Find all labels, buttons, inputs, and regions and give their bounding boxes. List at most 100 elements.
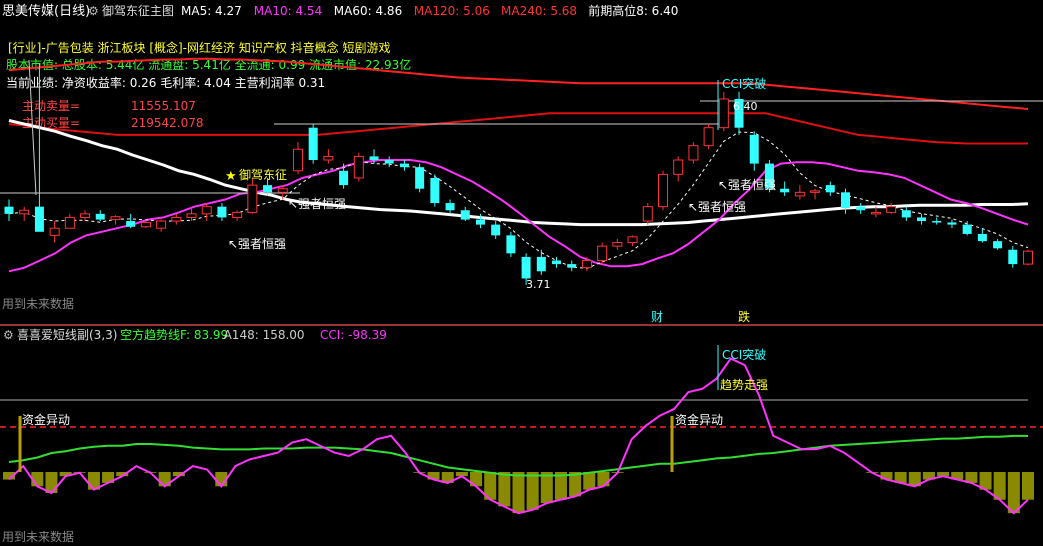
strong-label-1: ↖强者恒强: [228, 237, 286, 251]
candle-body-down: [339, 170, 349, 186]
candle-body-down: [780, 188, 790, 193]
indicator-title[interactable]: 御驾东征主图: [102, 3, 174, 18]
candle-body-up: [1023, 250, 1033, 265]
ma-legend-item: MA120: 5.06: [414, 4, 490, 18]
candle-body-up: [673, 159, 684, 175]
candle-body-up: [156, 220, 167, 229]
candle-body-down: [95, 213, 105, 220]
top-footer: 用到未来数据: [2, 296, 74, 311]
candle-body-up: [19, 209, 30, 215]
cci-break-label-bottom: CCI突破: [722, 347, 766, 362]
low-price-label: 3.71: [526, 278, 551, 291]
stock-chart: 思美传媒(日线) ⚙ 御驾东征主图 MA5: 4.27 MA10: 4.54 MA6…: [0, 0, 1043, 544]
candle-body-up: [642, 206, 653, 222]
candle-body-down: [506, 235, 516, 254]
candle-body-down: [217, 206, 227, 218]
candle-body-up: [353, 155, 364, 179]
trend-line: [8, 434, 1028, 477]
candle-body-down: [399, 163, 409, 168]
candle-body-down: [445, 203, 455, 211]
histogram-bar: [498, 472, 511, 507]
candle-body-up: [794, 191, 805, 197]
candle-body-up: [886, 206, 897, 213]
ma-legend: MA5: 4.27 MA10: 4.54 MA60: 4.86 MA120: 5.06…: [181, 3, 678, 18]
candle-body-up: [703, 127, 714, 147]
candle-body-down: [536, 256, 546, 272]
star-label: 御驾东征: [239, 167, 287, 182]
candle-body-up: [64, 216, 75, 229]
candle-body-down: [825, 185, 835, 193]
candle-body-down: [932, 221, 942, 223]
candle-body-down: [384, 160, 394, 164]
candle-body-up: [870, 211, 881, 215]
trend-strong-label: 趋势走强: [720, 378, 768, 392]
performance-info: 当前业绩: 净资收益率: 0.26 毛利率: 4.04 主营利润率 0.31: [6, 75, 325, 90]
candle-body-up: [277, 188, 288, 193]
candle-body-up: [597, 245, 608, 262]
trend-line-group: [8, 434, 1028, 477]
candle-body-down: [977, 233, 987, 242]
fund-label-1: 资金异动: [22, 412, 70, 427]
candle-body-down: [856, 206, 866, 211]
strong-label-2: ↖强者恒强: [288, 197, 346, 211]
candle-body-up: [232, 211, 243, 218]
sub-indicator-title[interactable]: 喜喜爱短线副(3,3): [17, 328, 117, 342]
cai-label: 财: [651, 310, 663, 324]
candle-body-down: [475, 219, 485, 225]
candle-body-up: [323, 155, 334, 161]
candle-body-down: [369, 156, 379, 160]
candle-body-up: [627, 236, 638, 244]
stock-title[interactable]: 思美传媒(日线): [2, 4, 90, 19]
gear-icon-bottom[interactable]: ⚙: [3, 328, 14, 342]
ma-legend-item: MA5: 4.27: [181, 4, 242, 18]
candle-body-down: [749, 134, 759, 164]
fund-label-2: 资金异动: [675, 412, 723, 427]
sub-legend-item: 空方趋势线F: 83.99: [120, 327, 228, 342]
gear-icon[interactable]: ⚙: [88, 4, 99, 18]
candle-body-down: [567, 264, 577, 268]
candle-body-down: [521, 256, 531, 279]
candle-body-down: [263, 185, 273, 193]
candle-body-up: [140, 221, 151, 228]
histogram-bar: [1007, 472, 1020, 514]
candle-body-up: [186, 213, 197, 218]
cci-break-label-top: CCI突破: [722, 76, 766, 91]
candle-body-down: [962, 224, 972, 234]
sub-legend: 空方趋势线F: 83.99A148: 158.00 CCI: -98.39: [120, 327, 387, 342]
candle-body-up: [688, 145, 699, 161]
histogram-bar: [512, 472, 525, 514]
bottom-footer: 用到未来数据: [2, 529, 74, 544]
candle-body-up: [201, 206, 212, 215]
ma-legend-item: MA240: 5.68: [501, 4, 577, 18]
industry-info: [行业]-广告包装 浙江板块 [概念]-网红经济 知识产权 抖音概念 短剧游戏: [8, 40, 390, 55]
sell-volume-value: 11555.107: [131, 99, 196, 113]
star-icon: ★: [225, 169, 237, 184]
candle-body-down: [840, 192, 850, 209]
histogram-bar: [526, 472, 539, 510]
candle-body-down: [917, 217, 927, 222]
candle-body-down: [1008, 249, 1018, 265]
candle-body-down: [993, 241, 1003, 249]
candle-body-down: [901, 210, 911, 218]
top-pane: 思美传媒(日线) ⚙ 御驾东征主图 MA5: 4.27 MA10: 4.54 MA6…: [0, 0, 1043, 324]
ma-legend-item: MA10: 4.54: [254, 4, 322, 18]
candle-body-down: [491, 224, 501, 236]
die-label: 跌: [738, 309, 750, 324]
buy-volume-value: 219542.078: [131, 116, 204, 130]
candle-body-down: [126, 221, 136, 227]
sub-legend-item: A148: 158.00: [224, 328, 305, 342]
high-price-label: 6.40: [733, 100, 758, 113]
histogram-bar: [540, 472, 553, 504]
candle-body-up: [718, 98, 729, 129]
histogram-bar: [45, 472, 58, 493]
strong-label-3: ↖强者恒强: [688, 200, 746, 214]
candle-body-down: [430, 177, 440, 204]
candle-body-down: [460, 210, 470, 220]
candle-body-up: [657, 173, 668, 208]
ma-legend-item: MA60: 4.86: [334, 4, 402, 18]
strong-label-4: ↖强者恒强: [718, 178, 776, 192]
histogram: [3, 472, 1034, 514]
candle-body-down: [415, 167, 425, 189]
candle-body-down: [947, 222, 957, 225]
sub-legend-item: CCI: -98.39: [320, 328, 387, 342]
